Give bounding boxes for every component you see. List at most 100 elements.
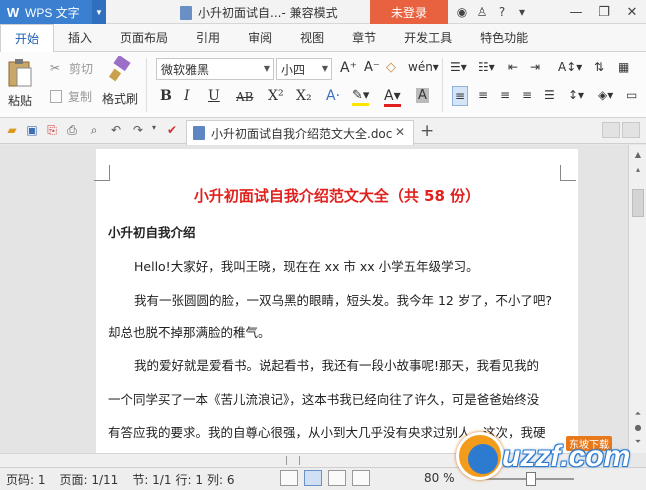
text-effect-button[interactable]: A· bbox=[326, 88, 340, 104]
align-left-button[interactable]: ≡ bbox=[452, 86, 469, 106]
view-mode-buttons bbox=[280, 470, 376, 486]
line-spacing-button[interactable]: ↕▾ bbox=[568, 88, 584, 102]
window-controls: — ❐ ✕ bbox=[562, 0, 646, 24]
window-title: 小升初面试自...- 兼容模式 bbox=[180, 4, 338, 21]
borders-button[interactable]: ▭ bbox=[626, 88, 637, 102]
shading-button[interactable]: ◈▾ bbox=[598, 88, 613, 102]
tab-developer[interactable]: 开发工具 bbox=[390, 24, 466, 52]
chevron-down-icon: ▼ bbox=[321, 64, 328, 73]
align-center-icon: ≡ bbox=[478, 88, 489, 102]
distributed-button[interactable]: ☰ bbox=[544, 88, 555, 102]
login-button[interactable]: 未登录 bbox=[370, 0, 448, 24]
show-marks-button[interactable]: ▦ bbox=[618, 60, 629, 74]
zoom-percent[interactable]: 80 % bbox=[424, 471, 455, 485]
restore-icon[interactable]: ❐ bbox=[590, 0, 618, 24]
tab-page-layout[interactable]: 页面布局 bbox=[106, 24, 182, 52]
tab-references[interactable]: 引用 bbox=[182, 24, 234, 52]
paste-button[interactable]: 粘贴 bbox=[6, 58, 34, 109]
bold-button[interactable]: B bbox=[160, 88, 172, 104]
full-screen-view-icon[interactable] bbox=[280, 470, 298, 486]
close-tab-icon[interactable]: ✕ bbox=[395, 125, 405, 139]
scroll-page-up-icon[interactable]: ▴ bbox=[631, 163, 645, 177]
indent-icon: ⇥ bbox=[530, 60, 541, 74]
layout-icon[interactable] bbox=[602, 122, 620, 138]
clear-format-button[interactable]: ◇ bbox=[386, 60, 396, 75]
text-direction-button[interactable]: A↕▾ bbox=[558, 60, 582, 74]
print-preview-icon[interactable]: ⌕ bbox=[86, 123, 102, 139]
brush-icon bbox=[108, 56, 131, 82]
italic-button[interactable]: I bbox=[184, 88, 190, 104]
window-title-text: 小升初面试自...- 兼容模式 bbox=[198, 6, 338, 20]
outline-view-icon[interactable] bbox=[328, 470, 346, 486]
qa-dropdown-icon[interactable]: ▾ bbox=[146, 123, 162, 139]
scroll-grip[interactable] bbox=[286, 456, 300, 465]
paint-bucket-icon: ◈▾ bbox=[598, 88, 614, 102]
font-color-button[interactable]: A▾ bbox=[384, 88, 401, 107]
paragraph-line: Hello!大家好，我叫王晓，现在在 xx 市 xx 小学五年级学习。 bbox=[134, 259, 479, 274]
shrink-font-button[interactable]: A⁻ bbox=[364, 60, 380, 75]
page-view-icon[interactable] bbox=[304, 470, 322, 486]
document-page[interactable]: 小升初面试自我介绍范文大全（共 58 份） 小升初自我介绍 Hello!大家好，… bbox=[94, 149, 578, 453]
scroll-up-icon[interactable]: ▲ bbox=[631, 148, 645, 162]
decrease-indent-button[interactable]: ⇤ bbox=[508, 60, 518, 74]
pin-icon[interactable]: ✔ bbox=[164, 123, 180, 139]
undo-icon[interactable]: ↶ bbox=[108, 123, 124, 139]
tab-view[interactable]: 视图 bbox=[286, 24, 338, 52]
web-view-icon[interactable] bbox=[352, 470, 370, 486]
tab-insert[interactable]: 插入 bbox=[54, 24, 106, 52]
print-icon[interactable]: ⎙ bbox=[64, 123, 80, 139]
help-icon[interactable]: ? bbox=[492, 5, 512, 19]
justify-button[interactable]: ≡ bbox=[522, 88, 532, 102]
bullet-list-icon: ☰▾ bbox=[450, 60, 467, 74]
align-center-button[interactable]: ≡ bbox=[478, 88, 488, 102]
layout-icon-2[interactable] bbox=[622, 122, 640, 138]
superscript-button[interactable]: X² bbox=[268, 88, 284, 104]
chevron-down-icon[interactable]: ▼ bbox=[92, 0, 106, 24]
align-right-button[interactable]: ≡ bbox=[500, 88, 510, 102]
close-icon[interactable]: ✕ bbox=[618, 0, 646, 24]
tab-home[interactable]: 开始 bbox=[0, 24, 55, 53]
font-size-select[interactable]: 小四 ▼ bbox=[276, 58, 332, 80]
highlight-button[interactable]: ✎▾ bbox=[352, 88, 370, 106]
increase-indent-button[interactable]: ⇥ bbox=[530, 60, 540, 74]
export-pdf-icon[interactable]: ⎘ bbox=[44, 123, 60, 139]
minimize-icon[interactable]: — bbox=[562, 0, 590, 24]
vertical-scrollbar[interactable]: ▲ ▴ ⏶ ● ⏷ bbox=[628, 145, 646, 453]
title-icons: ◉ ♙ ? ▾ bbox=[452, 0, 532, 24]
open-folder-icon[interactable]: ▰ bbox=[4, 123, 20, 139]
tab-special[interactable]: 特色功能 bbox=[466, 24, 542, 52]
skin-icon[interactable]: ◉ bbox=[452, 5, 472, 19]
copy-icon bbox=[50, 90, 62, 103]
save-icon[interactable]: ▣ bbox=[24, 123, 40, 139]
font-name-value: 微软雅黑 bbox=[161, 62, 210, 77]
numbered-list-icon: ☷▾ bbox=[478, 60, 495, 74]
format-painter-button[interactable]: 格式刷 bbox=[102, 56, 138, 107]
table-icon: ▦ bbox=[618, 60, 630, 74]
shirt-icon[interactable]: ♙ bbox=[472, 5, 492, 19]
grow-font-button[interactable]: A⁺ bbox=[340, 60, 357, 76]
bullet-list-button[interactable]: ☰▾ bbox=[450, 60, 467, 74]
ribbon: 粘贴 ✂ 剪切 复制 格式刷 微软雅黑 ▼ 小四 ▼ A⁺ A⁻ ◇ wén▾ … bbox=[0, 52, 646, 118]
scroll-thumb[interactable] bbox=[632, 189, 644, 217]
redo-icon[interactable]: ↷ bbox=[130, 123, 146, 139]
strikethrough-button[interactable]: AB bbox=[236, 90, 253, 104]
subscript-button[interactable]: X₂ bbox=[296, 88, 312, 104]
underline-button[interactable]: U bbox=[208, 88, 220, 104]
tab-chapter[interactable]: 章节 bbox=[338, 24, 390, 52]
grow-font-icon: A⁺ bbox=[340, 60, 357, 76]
tab-review[interactable]: 审阅 bbox=[234, 24, 286, 52]
cut-button[interactable]: ✂ 剪切 bbox=[50, 60, 93, 77]
font-name-select[interactable]: 微软雅黑 ▼ bbox=[156, 58, 274, 80]
copy-button[interactable]: 复制 bbox=[50, 88, 92, 105]
sort-button[interactable]: ⇅ bbox=[594, 60, 604, 74]
phonetic-button[interactable]: wén▾ bbox=[408, 60, 439, 74]
prev-page-icon[interactable]: ⏶ bbox=[631, 407, 645, 421]
numbered-list-button[interactable]: ☷▾ bbox=[478, 60, 495, 74]
new-tab-icon[interactable]: + bbox=[420, 121, 434, 141]
watermark-text: uzzf.com bbox=[502, 440, 631, 473]
app-menu-button[interactable]: W WPS 文字 ▼ bbox=[0, 0, 106, 24]
char-shading-button[interactable]: A bbox=[416, 88, 429, 103]
menu-dropdown-icon[interactable]: ▾ bbox=[512, 5, 532, 19]
status-col: 列: 6 bbox=[206, 472, 235, 487]
document-tab[interactable]: 小升初面试自我介绍范文大全.doc ✕ bbox=[186, 120, 414, 145]
